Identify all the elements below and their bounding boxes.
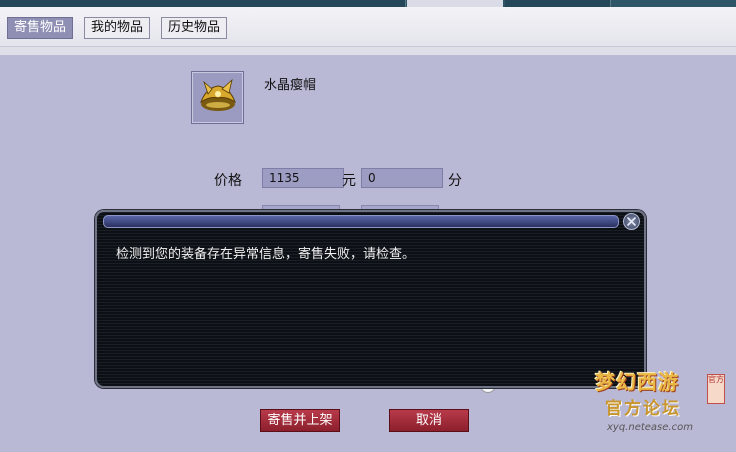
- yuan-unit-label: 元: [342, 173, 356, 189]
- game-forum-watermark: 梦幻西游 官方 官方论坛 xyq.netease.com: [593, 364, 728, 446]
- strip-highlight: [407, 0, 503, 7]
- consign-list-button[interactable]: 寄售并上架: [260, 409, 340, 432]
- strip-segment: [0, 0, 111, 7]
- price-yuan-input[interactable]: 1135: [262, 168, 344, 188]
- close-x-glyph: [627, 217, 636, 226]
- dialog-message: 检测到您的装备存在异常信息，寄售失败，请检查。: [116, 247, 416, 262]
- watermark-url: xyq.netease.com: [607, 422, 693, 433]
- item-name: 水晶瘿帽: [264, 78, 317, 93]
- strip-segment: [205, 0, 406, 7]
- tab-consign-items[interactable]: 寄售物品: [7, 17, 74, 39]
- watermark-badge: 官方: [707, 374, 725, 404]
- strip-segment: [110, 0, 206, 7]
- fen-unit-label: 分: [448, 173, 462, 189]
- price-label: 价格: [214, 173, 242, 189]
- watermark-logo-text: 梦幻西游: [595, 370, 679, 394]
- item-icon-slot[interactable]: [191, 71, 244, 124]
- close-icon[interactable]: [623, 213, 640, 230]
- tab-bar: 寄售物品 我的物品 历史物品: [0, 7, 736, 47]
- error-dialog: 检测到您的装备存在异常信息，寄售失败，请检查。: [95, 210, 646, 388]
- watermark-subtitle: 官方论坛: [605, 399, 681, 419]
- top-status-strip: [0, 0, 736, 7]
- dialog-title-bar: [103, 215, 619, 228]
- header-separator: [0, 47, 736, 55]
- price-fen-input[interactable]: 0: [361, 168, 443, 188]
- tab-history-items[interactable]: 历史物品: [161, 17, 228, 39]
- cancel-button[interactable]: 取消: [389, 409, 469, 432]
- tab-my-items[interactable]: 我的物品: [84, 17, 151, 39]
- strip-segment: [505, 0, 611, 7]
- golden-hat-icon: [200, 78, 236, 111]
